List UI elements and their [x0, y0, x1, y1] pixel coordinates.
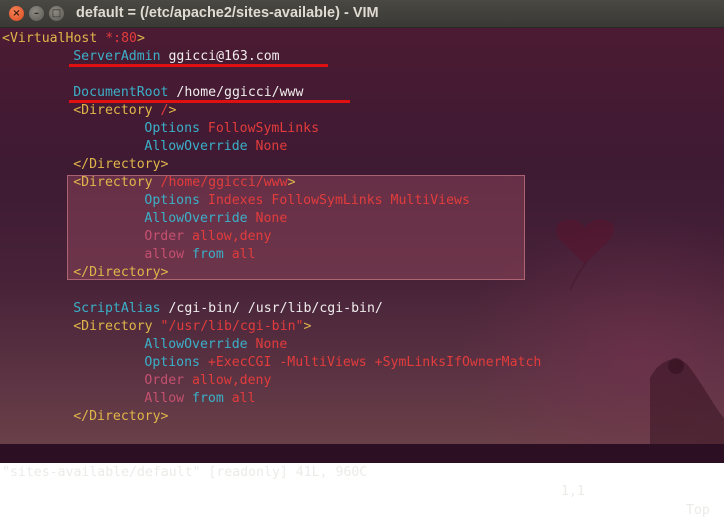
code-token: from	[184, 391, 224, 406]
vim-statusline: "sites-available/default" [readonly] 41L…	[0, 444, 724, 518]
maximize-icon[interactable]: □	[49, 6, 64, 21]
code-line: AllowOverride None	[144, 138, 287, 156]
code-line: Options +ExecCGI -MultiViews +SymLinksIf…	[144, 354, 541, 372]
code-token: </Directory>	[73, 409, 169, 424]
code-line: Order allow,deny	[144, 228, 271, 246]
code-token: >	[168, 103, 177, 118]
code-token: /	[152, 103, 169, 118]
code-token: ggicci@163.com	[160, 49, 280, 64]
code-token: *:80	[97, 31, 137, 46]
code-token: ServerAdmin	[73, 49, 161, 64]
code-line: </Directory>	[73, 408, 168, 426]
code-line: ServerAdmin ggicci@163.com	[73, 48, 279, 66]
code-token: allow,deny	[184, 229, 272, 244]
code-token: Allow	[144, 391, 185, 406]
code-line: allow from all	[144, 246, 255, 264]
code-token: VirtualHost	[9, 31, 98, 46]
code-token: /home/ggicci/www	[168, 85, 304, 100]
code-token: ScriptAlias	[73, 301, 161, 316]
window-title: default = (/etc/apache2/sites-available)…	[76, 5, 379, 21]
minimize-icon[interactable]: –	[29, 6, 44, 21]
code-token: Options	[144, 355, 200, 370]
code-token: Options	[144, 193, 200, 208]
code-token: allow	[144, 247, 185, 262]
code-token: >	[287, 175, 296, 190]
code-line: DocumentRoot /home/ggicci/www	[73, 84, 303, 102]
code-token: Indexes FollowSymLinks MultiViews	[199, 193, 470, 208]
code-token: </Directory>	[73, 157, 169, 172]
code-token: FollowSymLinks	[199, 121, 320, 136]
code-token: /cgi-bin/ /usr/lib/cgi-bin/	[160, 301, 383, 316]
code-line: <Directory "/usr/lib/cgi-bin">	[73, 318, 311, 336]
status-file-info: "sites-available/default" [readonly] 41L…	[2, 465, 368, 480]
code-token: <Directory	[73, 319, 153, 334]
vim-editor-area[interactable]: <VirtualHost *:80> ServerAdmin ggicci@163…	[0, 28, 724, 444]
code-token: allow,deny	[184, 373, 272, 388]
code-token: <Directory	[73, 103, 153, 118]
code-token: >	[137, 31, 145, 46]
code-line: <Directory /home/ggicci/www>	[73, 174, 295, 192]
code-token: AllowOverride	[144, 211, 248, 226]
code-token: >	[303, 319, 312, 334]
code-token: "/usr/lib/cgi-bin"	[152, 319, 304, 334]
code-token: all	[223, 247, 256, 262]
code-line: Options FollowSymLinks	[144, 120, 319, 138]
code-token: +ExecCGI -MultiViews +SymLinksIfOwnerMat…	[199, 355, 542, 370]
code-token: AllowOverride	[144, 139, 248, 154]
code-line: Order allow,deny	[144, 372, 271, 390]
code-token: None	[247, 337, 288, 352]
code-token: <Directory	[73, 175, 153, 190]
code-line: </Directory>	[73, 264, 168, 282]
code-line: Allow from all	[144, 390, 255, 408]
status-cursor-position: 1,1	[561, 484, 585, 499]
code-token: </Directory>	[73, 265, 169, 280]
code-token: DocumentRoot	[73, 85, 169, 100]
code-line: ScriptAlias /cgi-bin/ /usr/lib/cgi-bin/	[73, 300, 383, 318]
code-line: <VirtualHost *:80>	[2, 30, 145, 48]
code-token: <	[2, 31, 10, 46]
code-token: Order	[144, 373, 185, 388]
close-icon[interactable]: ×	[9, 6, 24, 21]
code-token: all	[223, 391, 256, 406]
code-line: </Directory>	[73, 156, 168, 174]
code-token: None	[247, 139, 288, 154]
code-token: /home/ggicci/www	[152, 175, 288, 190]
code-token: None	[247, 211, 288, 226]
code-line: Options Indexes FollowSymLinks MultiView…	[144, 192, 470, 210]
code-line: AllowOverride None	[144, 210, 287, 228]
status-scroll-position: Top	[686, 503, 710, 518]
code-token: Options	[144, 121, 200, 136]
code-token: AllowOverride	[144, 337, 248, 352]
code-line: AllowOverride None	[144, 336, 287, 354]
window-titlebar: × – □ default = (/etc/apache2/sites-avai…	[0, 0, 724, 28]
code-line: <Directory />	[73, 102, 176, 120]
code-token: from	[184, 247, 224, 262]
code-token: Order	[144, 229, 185, 244]
